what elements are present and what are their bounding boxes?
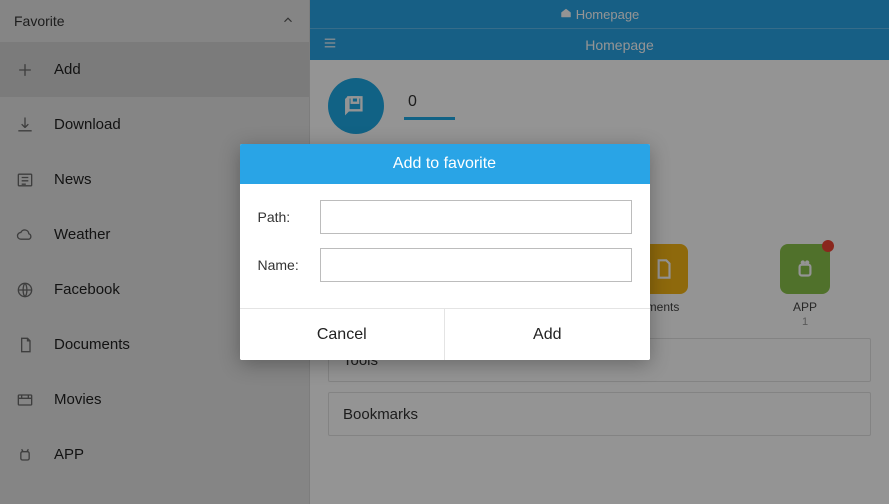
name-field: Name: (258, 248, 632, 282)
dialog-title: Add to favorite (240, 144, 650, 184)
name-input[interactable] (320, 248, 632, 282)
modal-overlay: Add to favorite Path: Name: Cancel Add (0, 0, 889, 504)
add-favorite-dialog: Add to favorite Path: Name: Cancel Add (240, 144, 650, 360)
path-label: Path: (258, 209, 310, 225)
dialog-actions: Cancel Add (240, 308, 650, 360)
cancel-button[interactable]: Cancel (240, 309, 446, 360)
name-label: Name: (258, 257, 310, 273)
add-button[interactable]: Add (445, 309, 650, 360)
path-field: Path: (258, 200, 632, 234)
path-input[interactable] (320, 200, 632, 234)
dialog-body: Path: Name: (240, 184, 650, 308)
